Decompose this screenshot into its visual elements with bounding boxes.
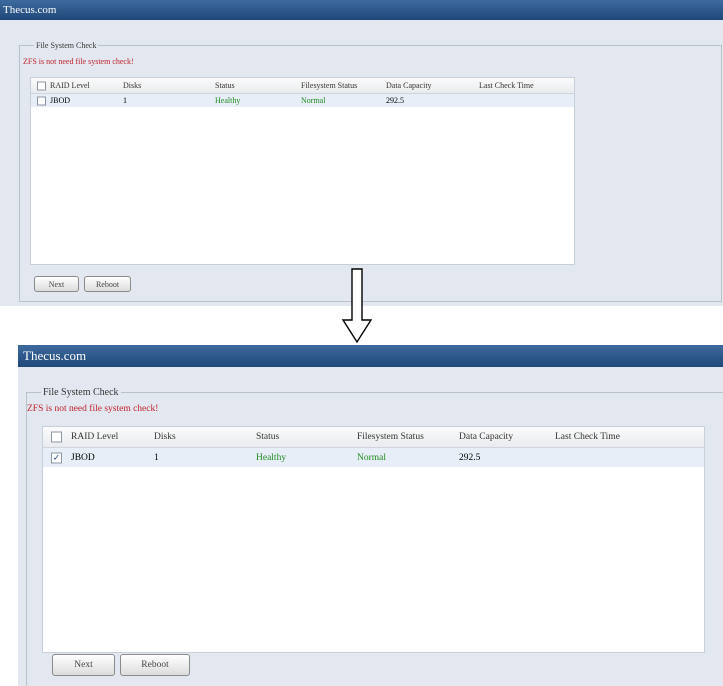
warning-message: ZFS is not need file system check! bbox=[27, 404, 159, 414]
select-all-checkbox[interactable] bbox=[51, 431, 62, 443]
window-title: Thecus.com bbox=[18, 345, 723, 367]
col-status[interactable]: Status bbox=[256, 427, 279, 447]
table-header: RAID Level Disks Status Filesystem Statu… bbox=[31, 78, 574, 94]
group-legend: File System Check bbox=[36, 41, 97, 50]
cell-disks: 1 bbox=[154, 452, 159, 463]
col-filesystem-status[interactable]: Filesystem Status bbox=[357, 427, 424, 447]
warning-message: ZFS is not need file system check! bbox=[23, 57, 134, 66]
col-data-capacity[interactable]: Data Capacity bbox=[459, 427, 513, 447]
select-all-checkbox[interactable] bbox=[37, 81, 46, 90]
raid-table: RAID Level Disks Status Filesystem Statu… bbox=[30, 77, 575, 265]
col-raid-level[interactable]: RAID Level bbox=[71, 427, 118, 447]
cell-data-capacity: 292.5 bbox=[459, 452, 481, 463]
col-status[interactable]: Status bbox=[215, 78, 235, 93]
cell-status: Healthy bbox=[256, 452, 287, 463]
col-disks[interactable]: Disks bbox=[123, 78, 141, 93]
col-disks[interactable]: Disks bbox=[154, 427, 176, 447]
table-row[interactable]: ✓ JBOD 1 Healthy Normal 292.5 bbox=[43, 448, 704, 467]
next-button[interactable]: Next bbox=[34, 276, 79, 292]
cell-status: Healthy bbox=[215, 96, 241, 105]
cell-raid-level: JBOD bbox=[50, 96, 71, 105]
col-raid-level[interactable]: RAID Level bbox=[50, 78, 90, 93]
group-legend: File System Check bbox=[43, 387, 119, 398]
col-data-capacity[interactable]: Data Capacity bbox=[386, 78, 432, 93]
cell-data-capacity: 292.5 bbox=[386, 96, 404, 105]
next-button[interactable]: Next bbox=[52, 654, 115, 676]
cell-filesystem-status: Normal bbox=[301, 96, 326, 105]
reboot-button[interactable]: Reboot bbox=[120, 654, 190, 676]
screenshot-after: Thecus.com File System Check ZFS is not … bbox=[18, 345, 723, 686]
col-last-check-time[interactable]: Last Check Time bbox=[479, 78, 534, 93]
down-arrow-icon bbox=[341, 268, 373, 344]
row-checkbox[interactable]: ✓ bbox=[51, 452, 62, 463]
cell-raid-level: JBOD bbox=[71, 452, 95, 463]
window-title: Thecus.com bbox=[0, 0, 723, 20]
cell-filesystem-status: Normal bbox=[357, 452, 387, 463]
col-last-check-time[interactable]: Last Check Time bbox=[555, 427, 620, 447]
col-filesystem-status[interactable]: Filesystem Status bbox=[301, 78, 357, 93]
screenshot-before: Thecus.com File System Check ZFS is not … bbox=[0, 0, 723, 306]
table-header: RAID Level Disks Status Filesystem Statu… bbox=[43, 427, 704, 448]
cell-disks: 1 bbox=[123, 96, 127, 105]
reboot-button[interactable]: Reboot bbox=[84, 276, 131, 292]
row-checkbox[interactable] bbox=[37, 96, 46, 105]
table-row[interactable]: JBOD 1 Healthy Normal 292.5 bbox=[31, 94, 574, 107]
raid-table: RAID Level Disks Status Filesystem Statu… bbox=[42, 426, 705, 653]
